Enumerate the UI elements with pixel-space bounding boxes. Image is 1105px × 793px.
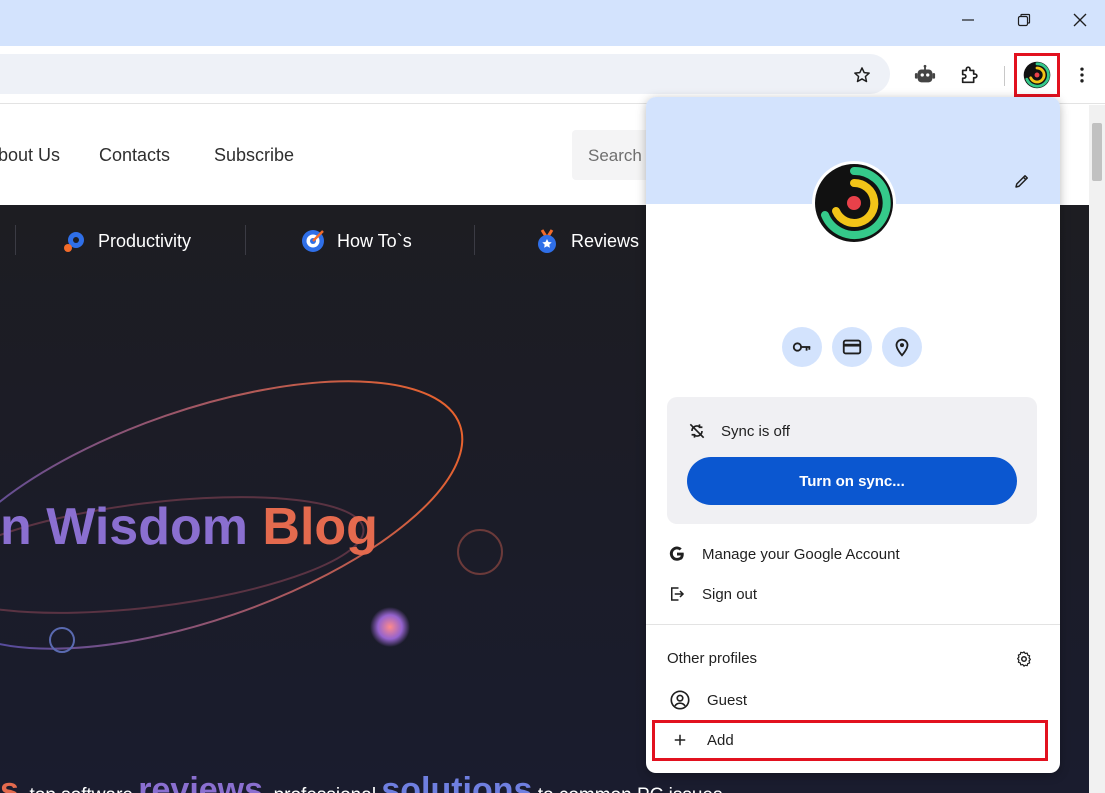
addresses-button[interactable] [882,327,922,367]
hero-tagline: s, top software reviews, professional so… [0,771,723,793]
chrome-menu-button[interactable] [1064,57,1100,93]
location-pin-icon [895,338,909,357]
puzzle-extensions-icon [961,66,978,84]
tagline-fragment: , professional [263,785,381,793]
add-profile-label: Add [707,731,734,749]
nav-subscribe[interactable]: Subscribe [214,145,294,166]
guest-profile-item[interactable]: Guest [646,680,1060,720]
google-g-icon [669,546,684,561]
key-icon [792,342,811,352]
robot-extension-icon [914,64,936,83]
sign-out-label: Sign out [702,585,758,603]
site-search-placeholder: Search [588,146,642,165]
restore-button[interactable] [996,0,1052,40]
other-profiles-heading: Other profiles [667,650,758,667]
scrollbar-thumb[interactable] [1092,123,1102,181]
pencil-icon [1015,175,1028,188]
add-profile-item[interactable]: Add [646,720,1060,760]
sign-out-item[interactable]: Sign out [646,574,1060,614]
credit-card-icon [842,339,862,355]
toolbar-separator [1004,66,1005,86]
address-bar[interactable] [0,54,890,94]
sign-out-icon [671,587,685,601]
payment-methods-button[interactable] [832,327,872,367]
sync-status: Sync is off [687,421,790,441]
more-vert-icon [1080,67,1084,83]
edit-profile-button[interactable] [1008,167,1036,195]
tagline-fragment: , top software [19,785,138,793]
robot-extension-button[interactable] [907,57,943,93]
restore-icon [1017,13,1031,27]
hero-title-part1: n Wisdom [0,498,248,556]
profile-avatar-icon [1023,61,1051,89]
nav-about-us[interactable]: bout Us [0,145,60,166]
manage-account-label: Manage your Google Account [702,545,900,563]
profile-button[interactable] [1014,53,1060,97]
tagline-fragment: to common PC issues [532,785,723,793]
star-icon [854,67,870,83]
gear-icon [1017,651,1031,667]
turn-on-sync-button[interactable]: Turn on sync... [687,457,1017,505]
page-scrollbar[interactable] [1089,105,1105,793]
hero-title: n Wisdom Blog [0,497,378,557]
tagline-fragment: s [0,771,19,793]
sync-card: Sync is off Turn on sync... [667,397,1037,524]
close-icon [1073,13,1087,27]
tagline-solutions: solutions [381,771,533,793]
bookmark-star-button[interactable] [844,57,880,93]
browser-toolbar [0,46,1105,104]
menu-divider [646,624,1060,625]
manage-profiles-button[interactable] [1012,647,1036,671]
sync-off-icon [689,423,705,439]
minimize-button[interactable] [940,0,996,40]
tagline-reviews: reviews [138,771,264,793]
passwords-button[interactable] [782,327,822,367]
profile-avatar [812,161,896,245]
plus-icon [674,734,686,746]
profile-avatar-icon [815,164,893,242]
profile-menu: Sync is off Turn on sync... Manage your … [646,97,1060,773]
minimize-icon [962,19,974,21]
extensions-button[interactable] [952,57,988,93]
guest-person-icon [670,690,690,710]
close-window-button[interactable] [1052,0,1105,40]
hero-title-part2: Blog [262,498,378,556]
sync-status-label: Sync is off [721,422,790,440]
title-bar [0,0,1105,46]
nav-contacts[interactable]: Contacts [99,145,170,166]
guest-label: Guest [707,691,748,709]
manage-google-account-item[interactable]: Manage your Google Account [646,534,1060,574]
